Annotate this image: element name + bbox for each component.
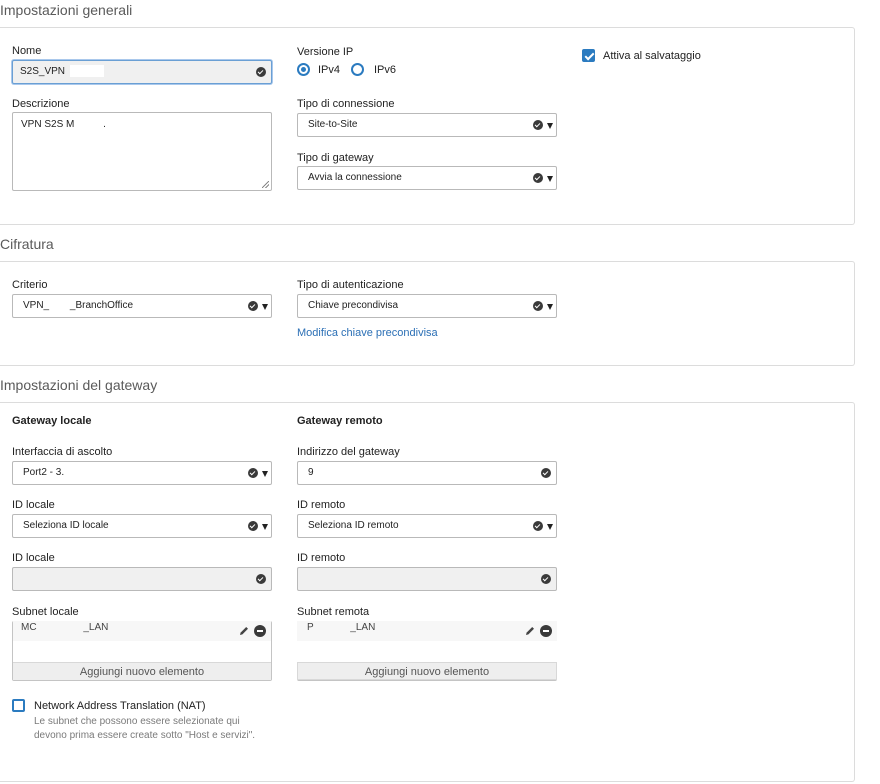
remote-id-type-select[interactable]: Seleziona ID remoto: [297, 514, 557, 538]
local-subnet-list: MC _LAN Aggiungi nuovo elemento: [12, 621, 272, 681]
caret-down-icon: [547, 123, 553, 129]
local-id-label: ID locale: [12, 499, 55, 511]
remote-subnet-label: Subnet remota: [297, 606, 370, 618]
remote-id-label: ID remoto: [297, 499, 346, 511]
nat-checkbox[interactable]: [12, 699, 25, 712]
connection-type-label: Tipo di connessione: [297, 98, 395, 110]
auth-type-select[interactable]: Chiave precondivisa: [297, 294, 557, 318]
ipv4-label: IPv4: [318, 64, 341, 76]
caret-down-icon: [547, 176, 553, 182]
remove-circle-icon[interactable]: [254, 625, 266, 637]
check-circle-icon: [541, 468, 551, 478]
check-circle-icon: [533, 120, 543, 130]
policy-label: Criterio: [12, 279, 48, 291]
local-subnet-item-a: MC: [21, 622, 37, 633]
description-value: VPN S2S M: [21, 119, 75, 130]
remote-id-value-label: ID remoto: [297, 552, 346, 564]
name-value: S2S_VPN: [20, 66, 66, 77]
section-title-general: Impostazioni generali: [0, 2, 133, 18]
check-circle-icon: [533, 173, 543, 183]
caret-down-icon: [262, 524, 268, 530]
local-id-type-select[interactable]: Seleziona ID locale: [12, 514, 272, 538]
remote-subnet-item-b: _LAN: [350, 622, 376, 633]
auth-type-value: Chiave precondivisa: [308, 300, 399, 311]
section-title-encryption: Cifratura: [0, 236, 54, 252]
remote-subnet-add-button[interactable]: Aggiungi nuovo elemento: [297, 662, 557, 680]
connection-type-value: Site-to-Site: [308, 119, 358, 130]
caret-down-icon: [547, 304, 553, 310]
ip-version-label: Versione IP: [297, 46, 354, 58]
list-item: P _LAN: [297, 621, 557, 641]
policy-value-a: VPN_: [23, 300, 50, 311]
nat-label: Network Address Translation (NAT): [34, 700, 206, 712]
gateway-address-input[interactable]: 9: [297, 461, 557, 485]
activate-on-save-checkbox[interactable]: [582, 49, 595, 62]
pencil-icon[interactable]: [238, 625, 250, 637]
local-id-select-value: Seleziona ID locale: [23, 520, 109, 531]
gateway-address-label: Indirizzo del gateway: [297, 446, 400, 458]
remove-circle-icon[interactable]: [540, 625, 552, 637]
listen-interface-select[interactable]: Port2 - 3.: [12, 461, 272, 485]
remote-subnet-item-a: P: [307, 622, 314, 633]
ipv4-radio[interactable]: [297, 63, 310, 76]
name-label: Nome: [12, 45, 42, 57]
listen-interface-value: Port2 - 3.: [23, 467, 65, 478]
remote-id-input[interactable]: [297, 567, 557, 591]
remote-subnet-list: P _LAN Aggiungi nuovo elemento: [297, 621, 557, 681]
section-title-gateway: Impostazioni del gateway: [0, 377, 158, 393]
check-circle-icon: [533, 301, 543, 311]
description-dot: .: [103, 119, 106, 130]
check-circle-icon: [256, 574, 266, 584]
ipv6-radio[interactable]: [351, 63, 364, 76]
check-circle-icon: [248, 468, 258, 478]
caret-down-icon: [547, 524, 553, 530]
check-circle-icon: [256, 67, 266, 77]
nat-note: Le subnet che possono essere selezionate…: [34, 716, 256, 741]
remote-gateway-heading: Gateway remoto: [297, 415, 383, 427]
description-label: Descrizione: [12, 98, 70, 110]
local-subnet-label: Subnet locale: [12, 606, 79, 618]
local-id-value-label: ID locale: [12, 552, 55, 564]
check-circle-icon: [248, 301, 258, 311]
caret-down-icon: [262, 471, 268, 477]
resize-grip-icon[interactable]: [262, 181, 269, 188]
local-gateway-heading: Gateway locale: [12, 415, 92, 427]
gateway-type-label: Tipo di gateway: [297, 152, 374, 164]
local-id-input[interactable]: [12, 567, 272, 591]
local-subnet-add-button[interactable]: Aggiungi nuovo elemento: [13, 662, 271, 680]
list-item: MC _LAN: [13, 621, 271, 641]
remote-id-select-value: Seleziona ID remoto: [308, 520, 399, 531]
gateway-address-value: 9: [308, 467, 314, 478]
policy-select[interactable]: VPN_ _BranchOffice: [12, 294, 272, 318]
edit-psk-link[interactable]: Modifica chiave precondivisa: [297, 327, 438, 339]
activate-on-save-label: Attiva al salvataggio: [603, 50, 701, 62]
check-circle-icon: [541, 574, 551, 584]
check-circle-icon: [248, 521, 258, 531]
name-input[interactable]: S2S_VPN: [12, 60, 272, 84]
auth-type-label: Tipo di autenticazione: [297, 279, 404, 291]
connection-type-select[interactable]: Site-to-Site: [297, 113, 557, 137]
pencil-icon[interactable]: [524, 625, 536, 637]
local-subnet-item-b: _LAN: [83, 622, 109, 633]
gateway-type-select[interactable]: Avvia la connessione: [297, 166, 557, 190]
listen-interface-label: Interfaccia di ascolto: [12, 446, 113, 458]
caret-down-icon: [262, 304, 268, 310]
gateway-type-value: Avvia la connessione: [308, 172, 402, 183]
description-textarea[interactable]: VPN S2S M .: [12, 112, 272, 191]
redacted-block: [69, 65, 104, 78]
check-circle-icon: [533, 521, 543, 531]
ipv6-label: IPv6: [374, 64, 397, 76]
policy-value-b: _BranchOffice: [69, 300, 134, 311]
